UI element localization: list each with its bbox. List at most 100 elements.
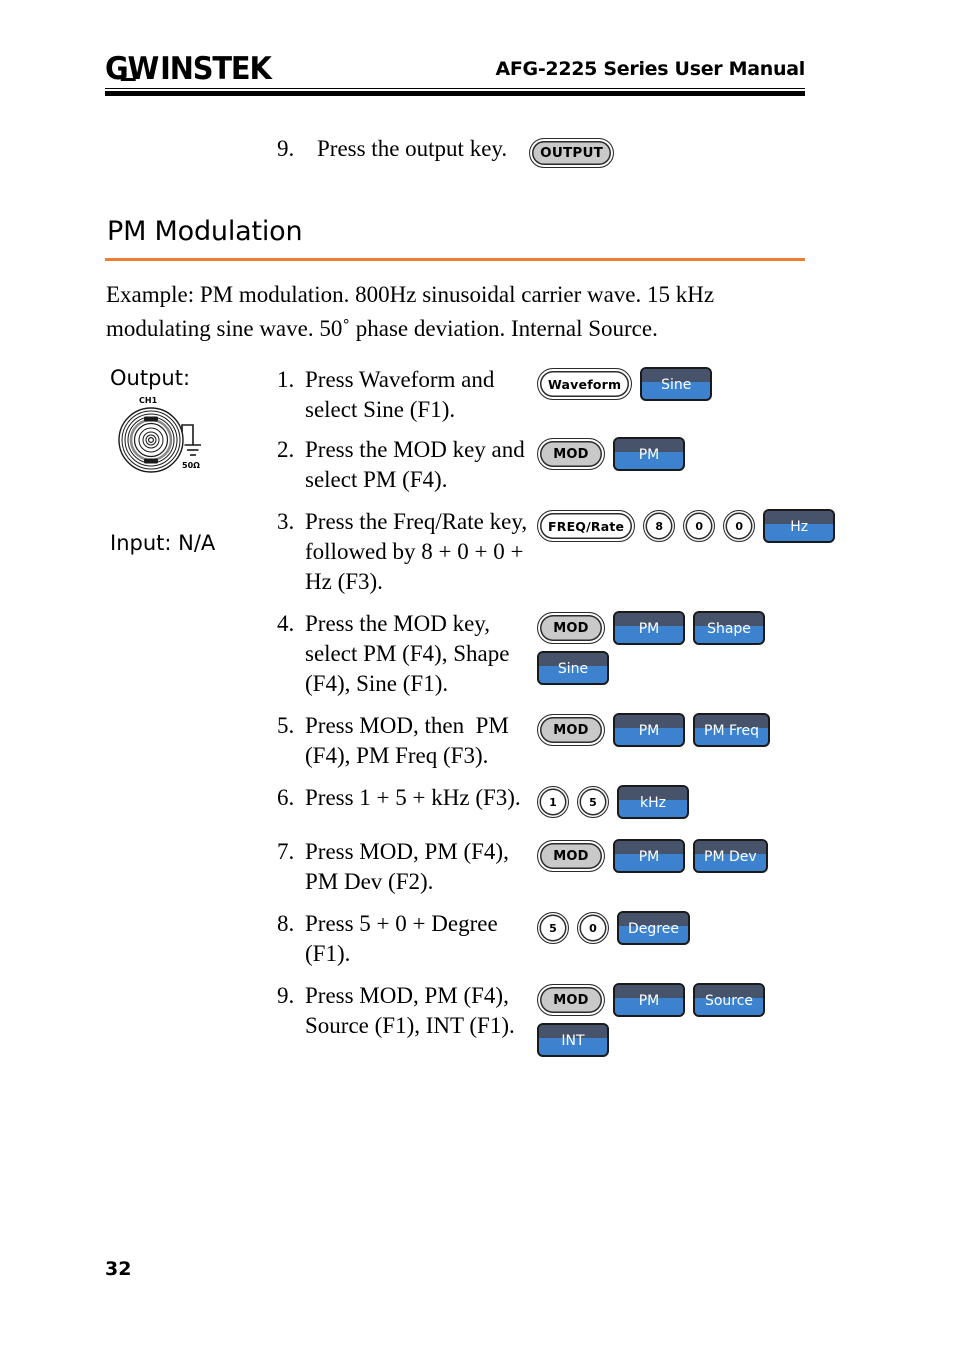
logo-gw-mark: GW — [105, 51, 160, 87]
key-row: Waveform Sine — [537, 367, 807, 401]
page-header: GW INSTEK AFG-2225 Series User Manual — [105, 46, 805, 92]
output-key-label: OUTPUT — [540, 145, 604, 161]
carryover-step-keys: OUTPUT — [529, 138, 615, 168]
softkey-khz[interactable]: kHz — [617, 785, 689, 819]
carryover-step-text: Press the output key. — [317, 136, 508, 161]
example-paragraph: Example: PM modulation. 800Hz sinusoidal… — [106, 282, 715, 341]
header-rule-thin — [105, 88, 805, 89]
numeric-key-0[interactable]: 0 — [723, 510, 756, 542]
numeric-key-5[interactable]: 5 — [577, 786, 609, 818]
key-row: Sine — [537, 651, 807, 685]
step-item: 2. Press the MOD key and select PM (F4). M… — [277, 435, 807, 495]
panel-key-mod[interactable]: MOD — [537, 438, 605, 470]
softkey-pm[interactable]: PM — [613, 611, 685, 645]
logo-instek-text: INSTEK — [160, 51, 272, 87]
numeric-key-1[interactable]: 1 — [537, 786, 569, 818]
panel-key-mod[interactable]: MOD — [537, 984, 605, 1016]
panel-key-freq-rate[interactable]: FREQ/Rate — [537, 510, 636, 542]
panel-key-waveform[interactable]: Waveform — [537, 368, 633, 400]
step-number: 7. — [277, 839, 295, 864]
key-row: MOD PM — [537, 437, 807, 471]
key-row: 5 0 Degree — [537, 911, 807, 945]
softkey-label: PM — [638, 993, 660, 1009]
softkey-label: Degree — [628, 921, 679, 937]
softkey-label: INT — [561, 1033, 585, 1049]
header-rule-thick — [105, 91, 805, 96]
page-number: 32 — [105, 1258, 132, 1280]
step-number: 5. — [277, 713, 295, 738]
softkey-label: kHz — [640, 795, 666, 811]
key-row: MOD PM PM Dev — [537, 839, 807, 873]
softkey-sine[interactable]: Sine — [640, 367, 713, 401]
step-number: 6. — [277, 785, 295, 810]
gwinstek-logo: GW INSTEK — [105, 51, 272, 87]
softkey-pm[interactable]: PM — [613, 983, 685, 1017]
step-key-sequence: MOD PM Shape Sine — [537, 609, 807, 691]
softkey-int[interactable]: INT — [537, 1023, 609, 1057]
key-row: INT — [537, 1023, 807, 1057]
step-text: Press 1 + 5 + kHz (F3). — [305, 785, 521, 810]
panel-key-mod[interactable]: MOD — [537, 840, 605, 872]
softkey-label: Sine — [661, 377, 692, 393]
step-key-sequence: 1 5 kHz — [537, 783, 807, 825]
logo-letter-g: G — [105, 51, 129, 87]
key-row: 1 5 kHz — [537, 785, 807, 819]
bnc-lug-bottom — [144, 458, 158, 464]
key-row: MOD PM Source — [537, 983, 807, 1017]
section-accent-rule — [105, 258, 805, 261]
softkey-label: PM — [638, 621, 660, 637]
softkey-label: Shape — [707, 621, 751, 637]
section-heading: PM Modulation — [107, 216, 303, 247]
step-key-sequence: MOD PM PM Dev — [537, 837, 807, 879]
step-item: 7. Press MOD, PM (F4), PM Dev (F2). MOD PM P… — [277, 837, 807, 897]
softkey-pm[interactable]: PM — [613, 437, 685, 471]
document-page: GW INSTEK AFG-2225 Series User Manual 9.… — [0, 0, 954, 1350]
panel-key-mod[interactable]: MOD — [537, 612, 605, 644]
softkey-source[interactable]: Source — [693, 983, 765, 1017]
ground-symbol-icon — [181, 424, 201, 456]
step-item: 8. Press 5 + 0 + Degree (F1). 5 0 Degree — [277, 909, 807, 969]
logo-letter-w: W — [127, 51, 160, 87]
softkey-hz[interactable]: Hz — [763, 509, 836, 543]
softkey-label: PM Freq — [704, 723, 759, 739]
panel-key-mod[interactable]: MOD — [537, 714, 605, 746]
step-item: 3. Press the Freq/Rate key, followed by 8… — [277, 507, 836, 597]
step-item: 1. Press Waveform and select Sine (F1). Wa… — [277, 365, 807, 425]
step-number: 1. — [277, 367, 295, 392]
step-number: 3. — [277, 509, 295, 534]
softkey-pm[interactable]: PM — [613, 713, 685, 747]
numeric-key-5[interactable]: 5 — [537, 912, 569, 944]
key-row: MOD PM PM Freq — [537, 713, 807, 747]
carryover-step: 9. Press the output key. OUTPUT — [277, 136, 807, 168]
step-number: 2. — [277, 437, 295, 462]
step-key-sequence: MOD PM Source INT — [537, 981, 807, 1063]
key-row: FREQ/Rate 8 0 0 Hz — [537, 509, 836, 543]
input-label: Input: N/A — [110, 531, 216, 555]
softkey-degree[interactable]: Degree — [617, 911, 690, 945]
step-text: Press the MOD key and select PM (F4). — [305, 437, 531, 492]
numeric-key-0[interactable]: 0 — [683, 510, 716, 542]
softkey-label: PM — [638, 849, 660, 865]
connector-channel-label: CH1 — [139, 396, 158, 405]
step-item: 6. Press 1 + 5 + kHz (F3). 1 5 kHz — [277, 783, 807, 825]
numeric-key-8[interactable]: 8 — [643, 510, 676, 542]
step-item: 9. Press MOD, PM (F4), Source (F1), INT (… — [277, 981, 807, 1063]
softkey-shape[interactable]: Shape — [693, 611, 765, 645]
softkey-label: Source — [704, 993, 754, 1009]
step-item: 5. Press MOD, then PM (F4), PM Freq (F3).… — [277, 711, 807, 771]
step-key-sequence: 5 0 Degree — [537, 909, 807, 951]
bnc-connector-diagram: CH1 50Ω — [118, 396, 201, 473]
softkey-sine[interactable]: Sine — [537, 651, 609, 685]
key-row: MOD PM Shape — [537, 611, 807, 645]
softkey-pm-dev[interactable]: PM Dev — [693, 839, 768, 873]
softkey-pm-freq[interactable]: PM Freq — [693, 713, 770, 747]
step-text: Press MOD, PM (F4), Source (F1), INT (F1… — [305, 983, 515, 1038]
output-key[interactable]: OUTPUT — [529, 138, 615, 168]
softkey-label: Sine — [557, 661, 589, 677]
step-key-sequence: Waveform Sine — [537, 365, 807, 407]
softkey-pm[interactable]: PM — [613, 839, 685, 873]
step-text: Press MOD, then PM (F4), PM Freq (F3). — [305, 713, 515, 768]
carryover-step-number: 9. — [277, 136, 295, 161]
softkey-label: PM — [638, 723, 660, 739]
numeric-key-0[interactable]: 0 — [577, 912, 609, 944]
